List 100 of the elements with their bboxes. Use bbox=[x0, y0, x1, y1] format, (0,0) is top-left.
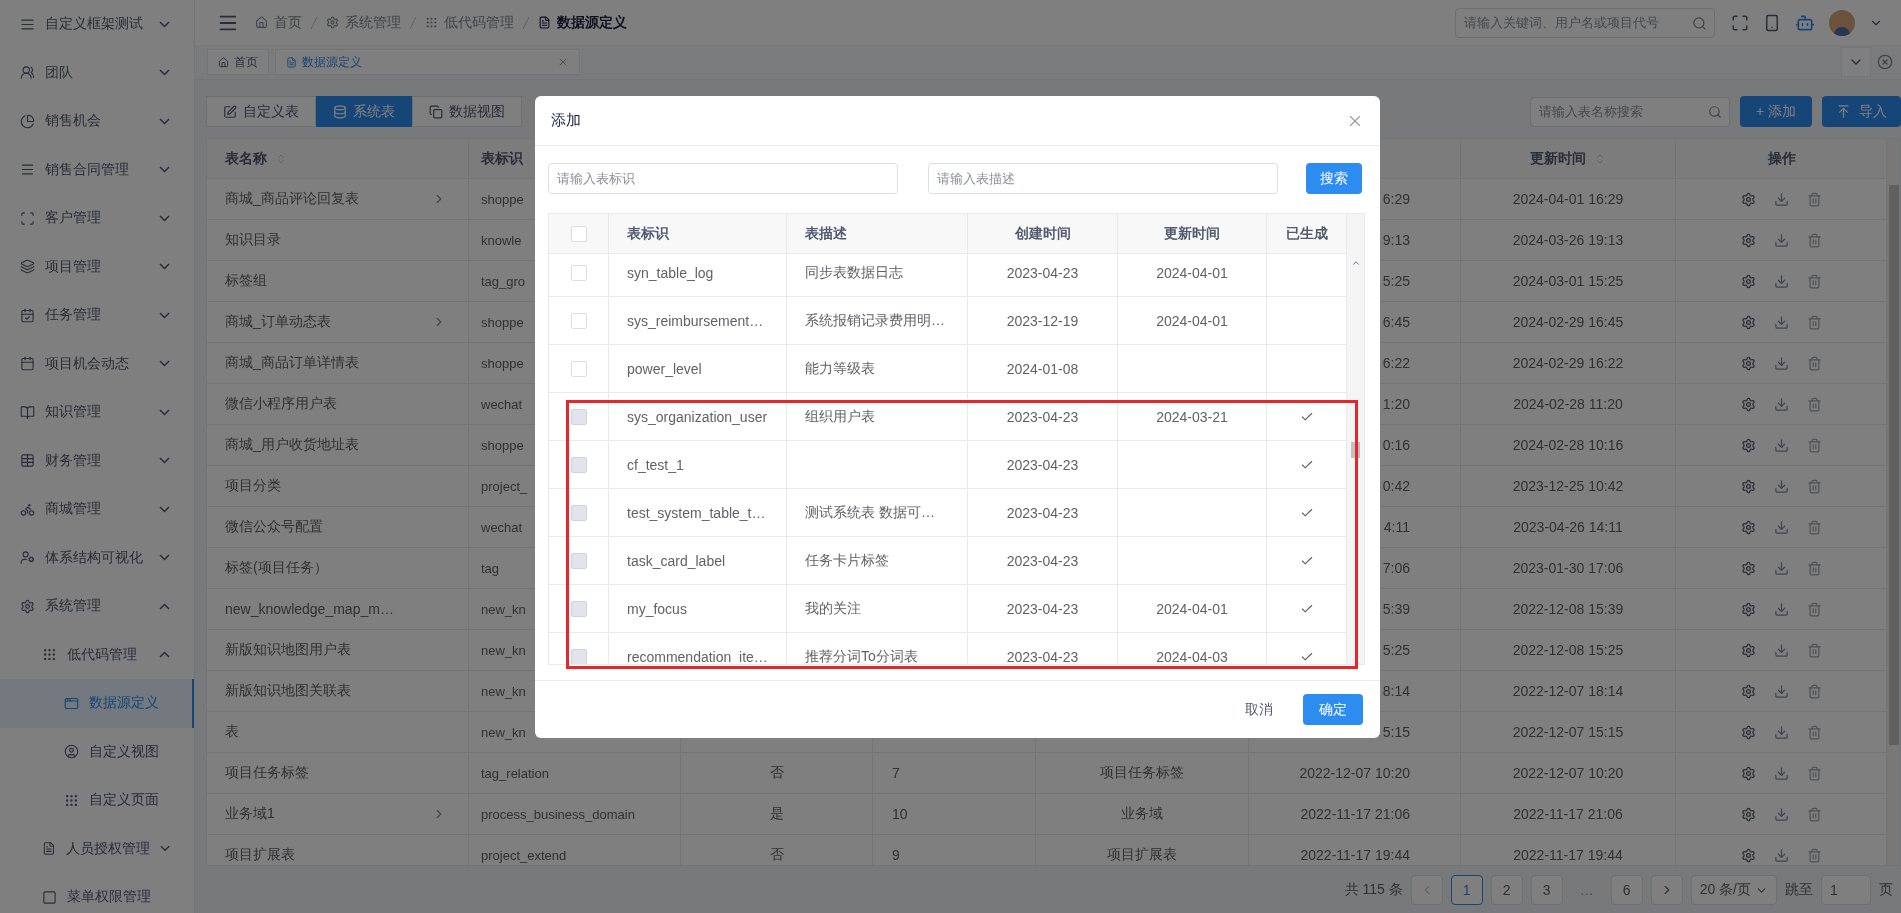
page-input[interactable]: 1 bbox=[1821, 875, 1871, 905]
checkbox[interactable] bbox=[570, 360, 587, 377]
sidebar-item[interactable]: 项目管理 bbox=[0, 242, 194, 291]
phone-icon[interactable] bbox=[1763, 13, 1781, 32]
delete-icon[interactable] bbox=[1807, 273, 1822, 289]
sidebar-item[interactable]: 自定义框架测试 bbox=[0, 0, 194, 49]
sidebar-item[interactable]: 人员授权管理 bbox=[0, 824, 194, 873]
download-icon[interactable] bbox=[1774, 437, 1789, 453]
checkbox[interactable] bbox=[570, 225, 587, 242]
sidebar-item[interactable]: 客户管理 bbox=[0, 194, 194, 243]
settings-icon[interactable] bbox=[1741, 191, 1756, 207]
search-icon[interactable] bbox=[1692, 15, 1707, 31]
close-all-icon[interactable] bbox=[1877, 54, 1893, 70]
cancel-button[interactable]: 取消 bbox=[1239, 699, 1279, 720]
confirm-button[interactable]: 确定 bbox=[1303, 694, 1363, 725]
sidebar-item[interactable]: 商城管理 bbox=[0, 485, 194, 534]
input-field[interactable]: 请输入表标识 bbox=[548, 163, 898, 194]
download-icon[interactable] bbox=[1774, 765, 1789, 781]
settings-icon[interactable] bbox=[1741, 560, 1756, 576]
sidebar-item[interactable]: 销售合同管理 bbox=[0, 145, 194, 194]
scrollbar-thumb[interactable] bbox=[1351, 442, 1360, 458]
download-icon[interactable] bbox=[1774, 273, 1789, 289]
download-icon[interactable] bbox=[1774, 232, 1789, 248]
tab[interactable]: 数据源定义 bbox=[275, 49, 580, 75]
scrollbar[interactable] bbox=[1346, 214, 1364, 664]
add-button[interactable]: + 添加 bbox=[1740, 96, 1812, 127]
page-button[interactable]: 6 bbox=[1610, 875, 1643, 905]
settings-icon[interactable] bbox=[1741, 724, 1756, 740]
tab[interactable]: 首页 bbox=[207, 49, 269, 75]
delete-icon[interactable] bbox=[1807, 519, 1822, 535]
settings-icon[interactable] bbox=[1741, 355, 1756, 371]
page-button[interactable]: 3 bbox=[1530, 875, 1563, 905]
scroll-up-icon[interactable] bbox=[1350, 258, 1361, 268]
settings-icon[interactable] bbox=[1741, 847, 1756, 863]
sidebar-item[interactable]: 自定义页面 bbox=[0, 776, 194, 825]
sidebar-item[interactable]: 财务管理 bbox=[0, 436, 194, 485]
delete-icon[interactable] bbox=[1807, 724, 1822, 740]
download-icon[interactable] bbox=[1774, 683, 1789, 699]
delete-icon[interactable] bbox=[1807, 191, 1822, 207]
settings-icon[interactable] bbox=[1741, 683, 1756, 699]
sidebar-item[interactable]: 低代码管理 bbox=[0, 630, 194, 679]
breadcrumb-link[interactable]: 首页 bbox=[255, 13, 302, 32]
tab-menu-button[interactable] bbox=[1841, 47, 1871, 77]
settings-icon[interactable] bbox=[1741, 806, 1756, 822]
delete-icon[interactable] bbox=[1807, 847, 1822, 863]
sidebar-item[interactable]: 销售机会 bbox=[0, 97, 194, 146]
download-icon[interactable] bbox=[1774, 601, 1789, 617]
sort-icon[interactable] bbox=[1594, 152, 1606, 165]
settings-icon[interactable] bbox=[1741, 396, 1756, 412]
scrollbar-thumb[interactable] bbox=[1888, 185, 1899, 745]
delete-icon[interactable] bbox=[1807, 683, 1822, 699]
breadcrumb-link[interactable]: 系统管理 bbox=[326, 13, 401, 32]
delete-icon[interactable] bbox=[1807, 560, 1822, 576]
sidebar-item[interactable]: 系统管理 bbox=[0, 582, 194, 631]
segment-tab[interactable]: 数据视图 bbox=[412, 96, 522, 127]
download-icon[interactable] bbox=[1774, 355, 1789, 371]
sidebar-item[interactable]: 任务管理 bbox=[0, 291, 194, 340]
settings-icon[interactable] bbox=[1741, 314, 1756, 330]
fullscreen-icon[interactable] bbox=[1731, 13, 1749, 32]
download-icon[interactable] bbox=[1774, 642, 1789, 658]
download-icon[interactable] bbox=[1774, 806, 1789, 822]
download-icon[interactable] bbox=[1774, 314, 1789, 330]
download-icon[interactable] bbox=[1774, 847, 1789, 863]
breadcrumb-current[interactable]: 数据源定义 bbox=[538, 13, 627, 32]
avatar-icon[interactable] bbox=[1829, 9, 1855, 36]
delete-icon[interactable] bbox=[1807, 437, 1822, 453]
sidebar-item[interactable]: 团队 bbox=[0, 48, 194, 97]
sidebar-item[interactable]: 菜单权限管理 bbox=[0, 873, 194, 913]
download-icon[interactable] bbox=[1774, 478, 1789, 494]
checkbox[interactable] bbox=[570, 312, 587, 329]
page-size-select[interactable]: 20 条/页 bbox=[1690, 875, 1777, 905]
sidebar-item[interactable]: 数据源定义 bbox=[0, 679, 194, 728]
sort-icon[interactable] bbox=[275, 152, 287, 165]
download-icon[interactable] bbox=[1774, 560, 1789, 576]
page-button[interactable]: 1 bbox=[1450, 875, 1483, 905]
delete-icon[interactable] bbox=[1807, 765, 1822, 781]
settings-icon[interactable] bbox=[1741, 642, 1756, 658]
settings-icon[interactable] bbox=[1741, 437, 1756, 453]
close-icon[interactable] bbox=[557, 56, 569, 68]
input-field[interactable]: 请输入表描述 bbox=[928, 163, 1278, 194]
page-button[interactable]: 2 bbox=[1490, 875, 1523, 905]
settings-icon[interactable] bbox=[1741, 478, 1756, 494]
settings-icon[interactable] bbox=[1741, 273, 1756, 289]
delete-icon[interactable] bbox=[1807, 642, 1822, 658]
import-button[interactable]: 导入 bbox=[1822, 96, 1901, 127]
download-icon[interactable] bbox=[1774, 724, 1789, 740]
segment-tab[interactable]: 系统表 bbox=[316, 96, 412, 127]
settings-icon[interactable] bbox=[1741, 601, 1756, 617]
sidebar-item[interactable]: 项目机会动态 bbox=[0, 339, 194, 388]
delete-icon[interactable] bbox=[1807, 396, 1822, 412]
delete-icon[interactable] bbox=[1807, 806, 1822, 822]
segment-tab[interactable]: 自定义表 bbox=[206, 96, 316, 127]
breadcrumb-link[interactable]: 低代码管理 bbox=[425, 13, 514, 32]
search-button[interactable]: 搜索 bbox=[1306, 163, 1362, 194]
delete-icon[interactable] bbox=[1807, 232, 1822, 248]
delete-icon[interactable] bbox=[1807, 314, 1822, 330]
scrollbar[interactable] bbox=[1886, 139, 1900, 865]
sidebar-item[interactable]: 知识管理 bbox=[0, 388, 194, 437]
checkbox[interactable] bbox=[570, 264, 587, 281]
download-icon[interactable] bbox=[1774, 191, 1789, 207]
